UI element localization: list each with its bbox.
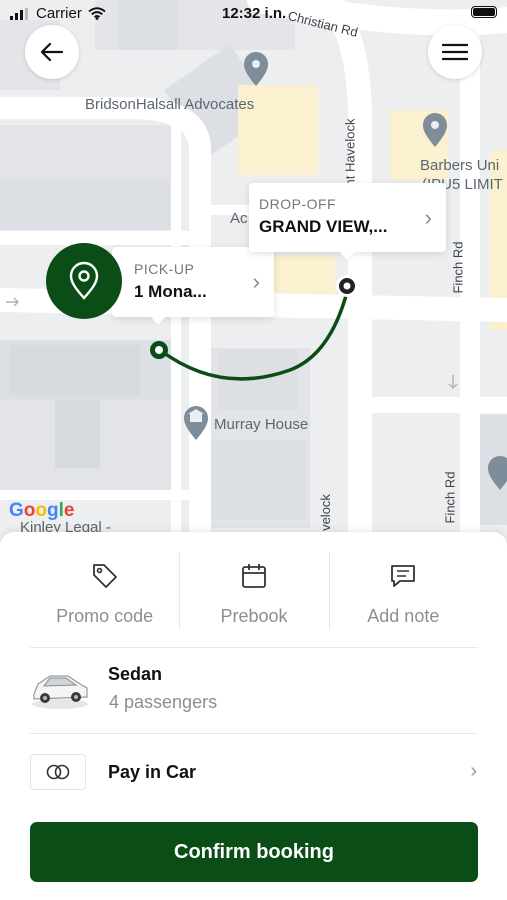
place-label-barbers: Barbers Uni xyxy=(420,157,500,174)
car-icon xyxy=(32,675,88,709)
promo-code-label: Promo code xyxy=(56,606,154,626)
street-finch-rd-top: Finch Rd xyxy=(450,241,466,294)
payment-method-badge xyxy=(30,754,86,790)
pickup-address: 1 Mona... xyxy=(134,282,207,301)
street-finch-rd-bottom: Finch Rd xyxy=(442,471,458,524)
carrier-label: Carrier xyxy=(36,5,82,22)
dropoff-caption: DROP-OFF xyxy=(259,196,337,212)
prebook-button[interactable]: Prebook xyxy=(179,550,328,646)
tag-icon xyxy=(92,564,117,588)
signal-icon xyxy=(10,7,28,20)
location-pin-icon xyxy=(69,261,99,300)
status-time: 12:32 i.n. xyxy=(222,5,287,22)
prebook-label: Prebook xyxy=(220,606,288,626)
dropoff-bubble[interactable]: DROP-OFF GRAND VIEW,... › xyxy=(249,183,446,252)
pickup-pointer xyxy=(150,316,166,325)
place-label-advocates: BridsonHalsall Advocates xyxy=(85,96,255,113)
dropoff-address: GRAND VIEW,... xyxy=(259,217,388,236)
arrow-left-icon xyxy=(40,42,64,62)
cash-icon xyxy=(46,764,70,780)
booking-sheet: Promo code Prebook Add note Sedan 4 pass… xyxy=(0,532,507,900)
pickup-caption: PICK-UP xyxy=(134,261,195,277)
pickup-chevron-icon: › xyxy=(252,269,260,294)
pickup-pin-badge xyxy=(46,243,122,319)
street-havelock-top: nt Havelock xyxy=(342,118,358,187)
payment-label: Pay in Car xyxy=(108,762,197,782)
message-icon xyxy=(391,565,416,587)
vehicle-row[interactable] xyxy=(30,648,478,733)
dropoff-pointer xyxy=(339,251,355,260)
status-bar: Carrier 12:32 i.n. xyxy=(0,0,507,28)
street-havelock-bottom: velock xyxy=(317,494,333,531)
back-button[interactable] xyxy=(25,25,79,79)
hamburger-icon xyxy=(442,43,468,61)
payment-chevron-icon: › xyxy=(470,760,477,782)
google-logo: Google xyxy=(9,500,75,521)
battery-icon xyxy=(471,6,497,18)
add-note-button[interactable]: Add note xyxy=(328,550,478,646)
vehicle-capacity: 4 passengers xyxy=(109,692,218,712)
pickup-bubble[interactable]: PICK-UP 1 Mona... › xyxy=(112,247,274,317)
wifi-icon xyxy=(88,7,106,20)
promo-code-button[interactable]: Promo code xyxy=(30,550,179,646)
calendar-icon xyxy=(242,564,266,588)
confirm-booking-button[interactable]: Confirm booking xyxy=(30,822,478,882)
place-label-ac: Ac xyxy=(230,210,248,227)
place-label-murray-house: Murray House xyxy=(214,416,309,433)
payment-row[interactable] xyxy=(30,734,478,812)
vehicle-name: Sedan xyxy=(108,664,163,684)
add-note-label: Add note xyxy=(367,606,440,626)
map-view[interactable]: BridsonHalsall Advocates Barbers Uni (IP… xyxy=(0,0,507,560)
quick-actions: Promo code Prebook Add note xyxy=(30,550,478,646)
menu-button[interactable] xyxy=(428,25,482,79)
dropoff-chevron-icon: › xyxy=(424,204,432,230)
